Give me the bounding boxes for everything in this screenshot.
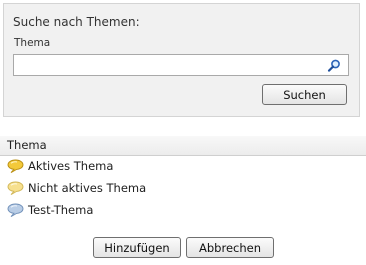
- search-button[interactable]: Suchen: [262, 84, 347, 105]
- list-item-active-topic[interactable]: Aktives Thema: [0, 156, 366, 178]
- topic-list: Aktives Thema Nicht aktives Thema Test-T…: [0, 156, 366, 222]
- list-item-test-topic[interactable]: Test-Thema: [0, 200, 366, 222]
- speech-bubble-pale-yellow-icon: [7, 181, 24, 195]
- search-input[interactable]: [18, 56, 322, 76]
- list-item-label: Nicht aktives Thema: [28, 181, 147, 195]
- list-item-label: Test-Thema: [28, 203, 94, 217]
- topic-field-label: Thema: [14, 37, 51, 49]
- search-title: Suche nach Themen:: [13, 15, 140, 29]
- add-button[interactable]: Hinzufügen: [93, 237, 181, 258]
- search-panel: Suche nach Themen: Thema Suchen: [3, 3, 360, 117]
- list-item-label: Aktives Thema: [28, 159, 114, 173]
- list-header[interactable]: Thema: [0, 136, 366, 156]
- list-item-inactive-topic[interactable]: Nicht aktives Thema: [0, 178, 366, 200]
- column-header-topic[interactable]: Thema: [7, 138, 47, 152]
- cancel-button[interactable]: Abbrechen: [186, 237, 274, 258]
- search-field[interactable]: [13, 54, 349, 76]
- speech-bubble-yellow-icon: [7, 159, 24, 173]
- speech-bubble-blue-icon: [7, 203, 24, 217]
- search-icon[interactable]: [326, 58, 342, 74]
